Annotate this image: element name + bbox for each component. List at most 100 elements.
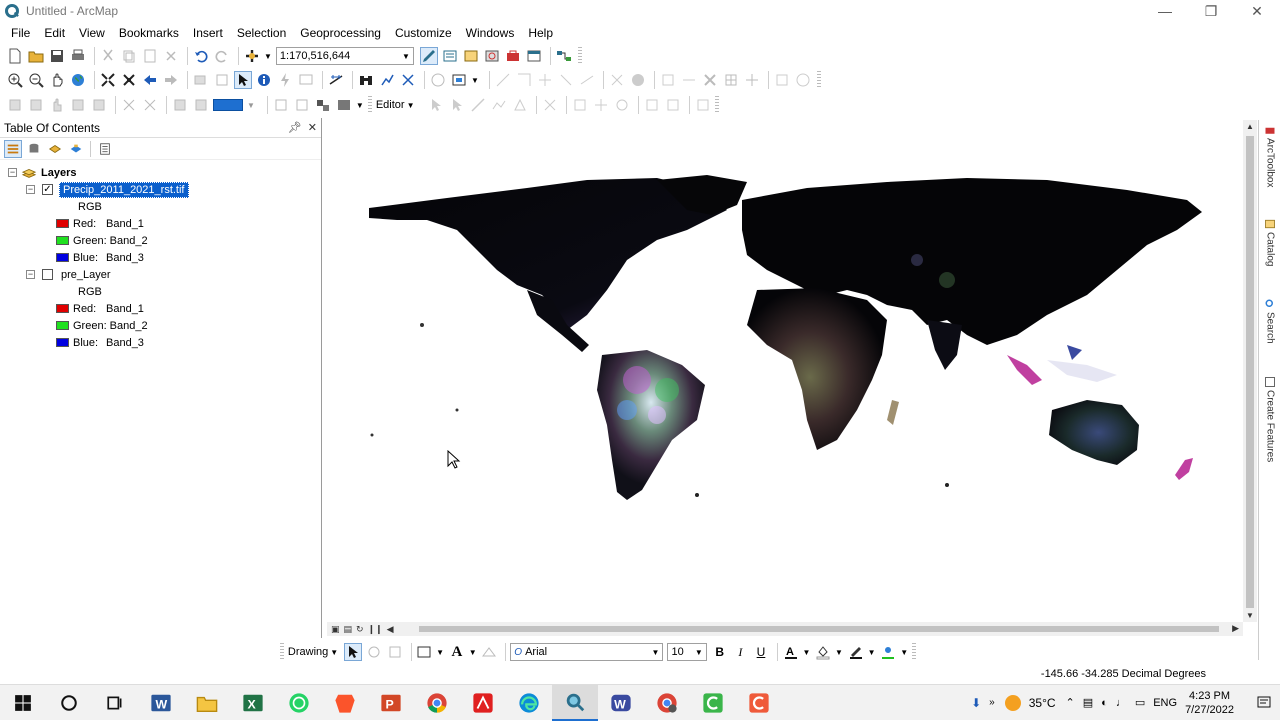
layer-name[interactable]: pre_Layer	[61, 269, 111, 281]
precip-raster-image[interactable]	[327, 120, 1243, 622]
delete-icon[interactable]	[162, 47, 180, 65]
italic-button[interactable]: I	[732, 643, 750, 661]
word-alt-app-icon[interactable]: W	[598, 685, 644, 721]
save-icon[interactable]	[48, 47, 66, 65]
zoom-dropdown-icon[interactable]: ▼	[247, 101, 255, 110]
powerpoint-app-icon[interactable]: P	[368, 685, 414, 721]
tray-overflow-icon[interactable]: »	[989, 697, 995, 708]
editor-dropdown-icon[interactable]: ▼	[407, 101, 415, 110]
layer-name[interactable]: Precip_2011_2021_rst.tif	[59, 181, 189, 198]
layout-tool-1-icon[interactable]	[6, 96, 24, 114]
layout-tool-3-icon[interactable]	[48, 96, 66, 114]
zoom-to-element-icon[interactable]	[386, 643, 404, 661]
trace-icon[interactable]	[490, 96, 508, 114]
layout-tool-9-icon[interactable]	[192, 96, 210, 114]
wifi-icon[interactable]: ◐	[1101, 697, 1108, 709]
menu-file[interactable]: File	[4, 22, 37, 44]
list-by-selection-icon[interactable]	[67, 140, 85, 158]
open-folder-icon[interactable]	[27, 47, 45, 65]
create-viewer-window-icon[interactable]	[450, 71, 468, 89]
rotate-icon[interactable]	[613, 96, 631, 114]
notification-center-icon[interactable]	[1248, 685, 1280, 721]
battery-icon[interactable]: ▭	[1135, 696, 1145, 709]
weather-temperature[interactable]: 35°C	[1029, 696, 1056, 710]
word-app-icon[interactable]: W	[138, 685, 184, 721]
georef-tool-1-icon[interactable]	[494, 71, 512, 89]
new-document-icon[interactable]	[6, 47, 24, 65]
edit-annotation-icon[interactable]	[448, 96, 466, 114]
weather-sun-icon[interactable]	[1004, 694, 1021, 711]
pause-drawing-icon[interactable]: ❙❙	[368, 624, 383, 635]
georef-tool-5-icon[interactable]	[578, 71, 596, 89]
toc-options-icon[interactable]	[96, 140, 114, 158]
map-view[interactable]	[327, 120, 1243, 622]
back-extent-icon[interactable]	[141, 71, 159, 89]
georef-tool-2-icon[interactable]	[515, 71, 533, 89]
layout-tool-4-icon[interactable]	[69, 96, 87, 114]
clear-selection-icon[interactable]	[213, 71, 231, 89]
redo-icon[interactable]	[213, 47, 231, 65]
select-features-icon[interactable]	[192, 71, 210, 89]
rotate-element-icon[interactable]	[365, 643, 383, 661]
layout-tool-6-icon[interactable]	[120, 96, 138, 114]
layer-visibility-checkbox[interactable]	[42, 269, 53, 280]
full-extent-globe-icon[interactable]	[69, 71, 87, 89]
scroll-down-icon[interactable]: ▼	[1246, 611, 1254, 620]
find-binoculars-icon[interactable]	[357, 71, 375, 89]
line-color-dropdown-icon[interactable]: ▼	[868, 648, 876, 657]
layout-tool-13-icon[interactable]	[335, 96, 353, 114]
pan-hand-icon[interactable]	[48, 71, 66, 89]
marker-color-dropdown-icon[interactable]: ▼	[900, 648, 908, 657]
reshape-icon[interactable]	[571, 96, 589, 114]
line-color-icon[interactable]	[847, 643, 865, 661]
layout-tool-2-icon[interactable]	[27, 96, 45, 114]
arcmap-taskbar-icon[interactable]	[552, 684, 598, 721]
layout-tool-11-icon[interactable]	[293, 96, 311, 114]
font-color-dropdown-icon[interactable]: ▼	[802, 648, 810, 657]
restore-button[interactable]: ❐	[1188, 0, 1234, 22]
select-elements-arrow-icon[interactable]	[234, 71, 252, 89]
fixed-zoom-in-icon[interactable]	[99, 71, 117, 89]
menu-help[interactable]: Help	[521, 22, 560, 44]
start-button[interactable]	[0, 685, 46, 721]
download-icon[interactable]: ⬇	[971, 696, 981, 710]
zoom-percent-box[interactable]	[213, 99, 243, 111]
chrome-browser-icon[interactable]	[414, 685, 460, 721]
volume-icon[interactable]: ♩	[1116, 697, 1127, 709]
scroll-left-icon[interactable]: ◀	[387, 624, 394, 635]
drawing-menu-label[interactable]: Drawing	[288, 646, 328, 658]
network-tool-9-icon[interactable]	[794, 71, 812, 89]
layout-tool-12-icon[interactable]	[314, 96, 332, 114]
system-clock[interactable]: 4:23 PM 7/27/2022	[1185, 689, 1234, 717]
zoom-in-icon[interactable]	[6, 71, 24, 89]
network-icon[interactable]: ▤	[1083, 696, 1093, 709]
fixed-zoom-out-icon[interactable]	[120, 71, 138, 89]
cut-icon[interactable]	[99, 47, 117, 65]
horizontal-scroll-thumb[interactable]	[419, 626, 1219, 632]
menu-edit[interactable]: Edit	[37, 22, 72, 44]
chrome-profile-icon[interactable]	[644, 685, 690, 721]
layout-tool-10-icon[interactable]	[272, 96, 290, 114]
menu-geoprocessing[interactable]: Geoprocessing	[293, 22, 388, 44]
shape-dropdown-icon[interactable]: ▼	[436, 648, 444, 657]
font-size-combobox[interactable]: 10 ▼	[667, 643, 707, 661]
file-explorer-icon[interactable]	[184, 685, 230, 721]
new-text-icon[interactable]: A	[448, 643, 466, 661]
add-data-icon[interactable]	[243, 47, 261, 65]
menu-bookmarks[interactable]: Bookmarks	[112, 22, 186, 44]
minimize-button[interactable]: —	[1142, 0, 1188, 22]
collapse-layer-icon[interactable]: −	[26, 270, 35, 279]
layout-tool-8-icon[interactable]	[171, 96, 189, 114]
map-scale-combobox[interactable]: 1:170,516,644 ▼	[275, 47, 414, 65]
scroll-up-icon[interactable]: ▲	[1246, 122, 1254, 131]
zoom-out-icon[interactable]	[27, 71, 45, 89]
identify-icon[interactable]	[255, 71, 273, 89]
html-popup-icon[interactable]	[297, 71, 315, 89]
data-frame-row[interactable]: − Layers	[8, 164, 76, 181]
scroll-right-icon[interactable]: ▶	[1232, 623, 1239, 634]
undo-icon[interactable]	[192, 47, 210, 65]
model-builder-icon[interactable]	[555, 47, 573, 65]
excel-app-icon[interactable]: X	[230, 685, 276, 721]
split-icon[interactable]	[592, 96, 610, 114]
layout-dropdown-icon[interactable]: ▼	[356, 101, 364, 110]
